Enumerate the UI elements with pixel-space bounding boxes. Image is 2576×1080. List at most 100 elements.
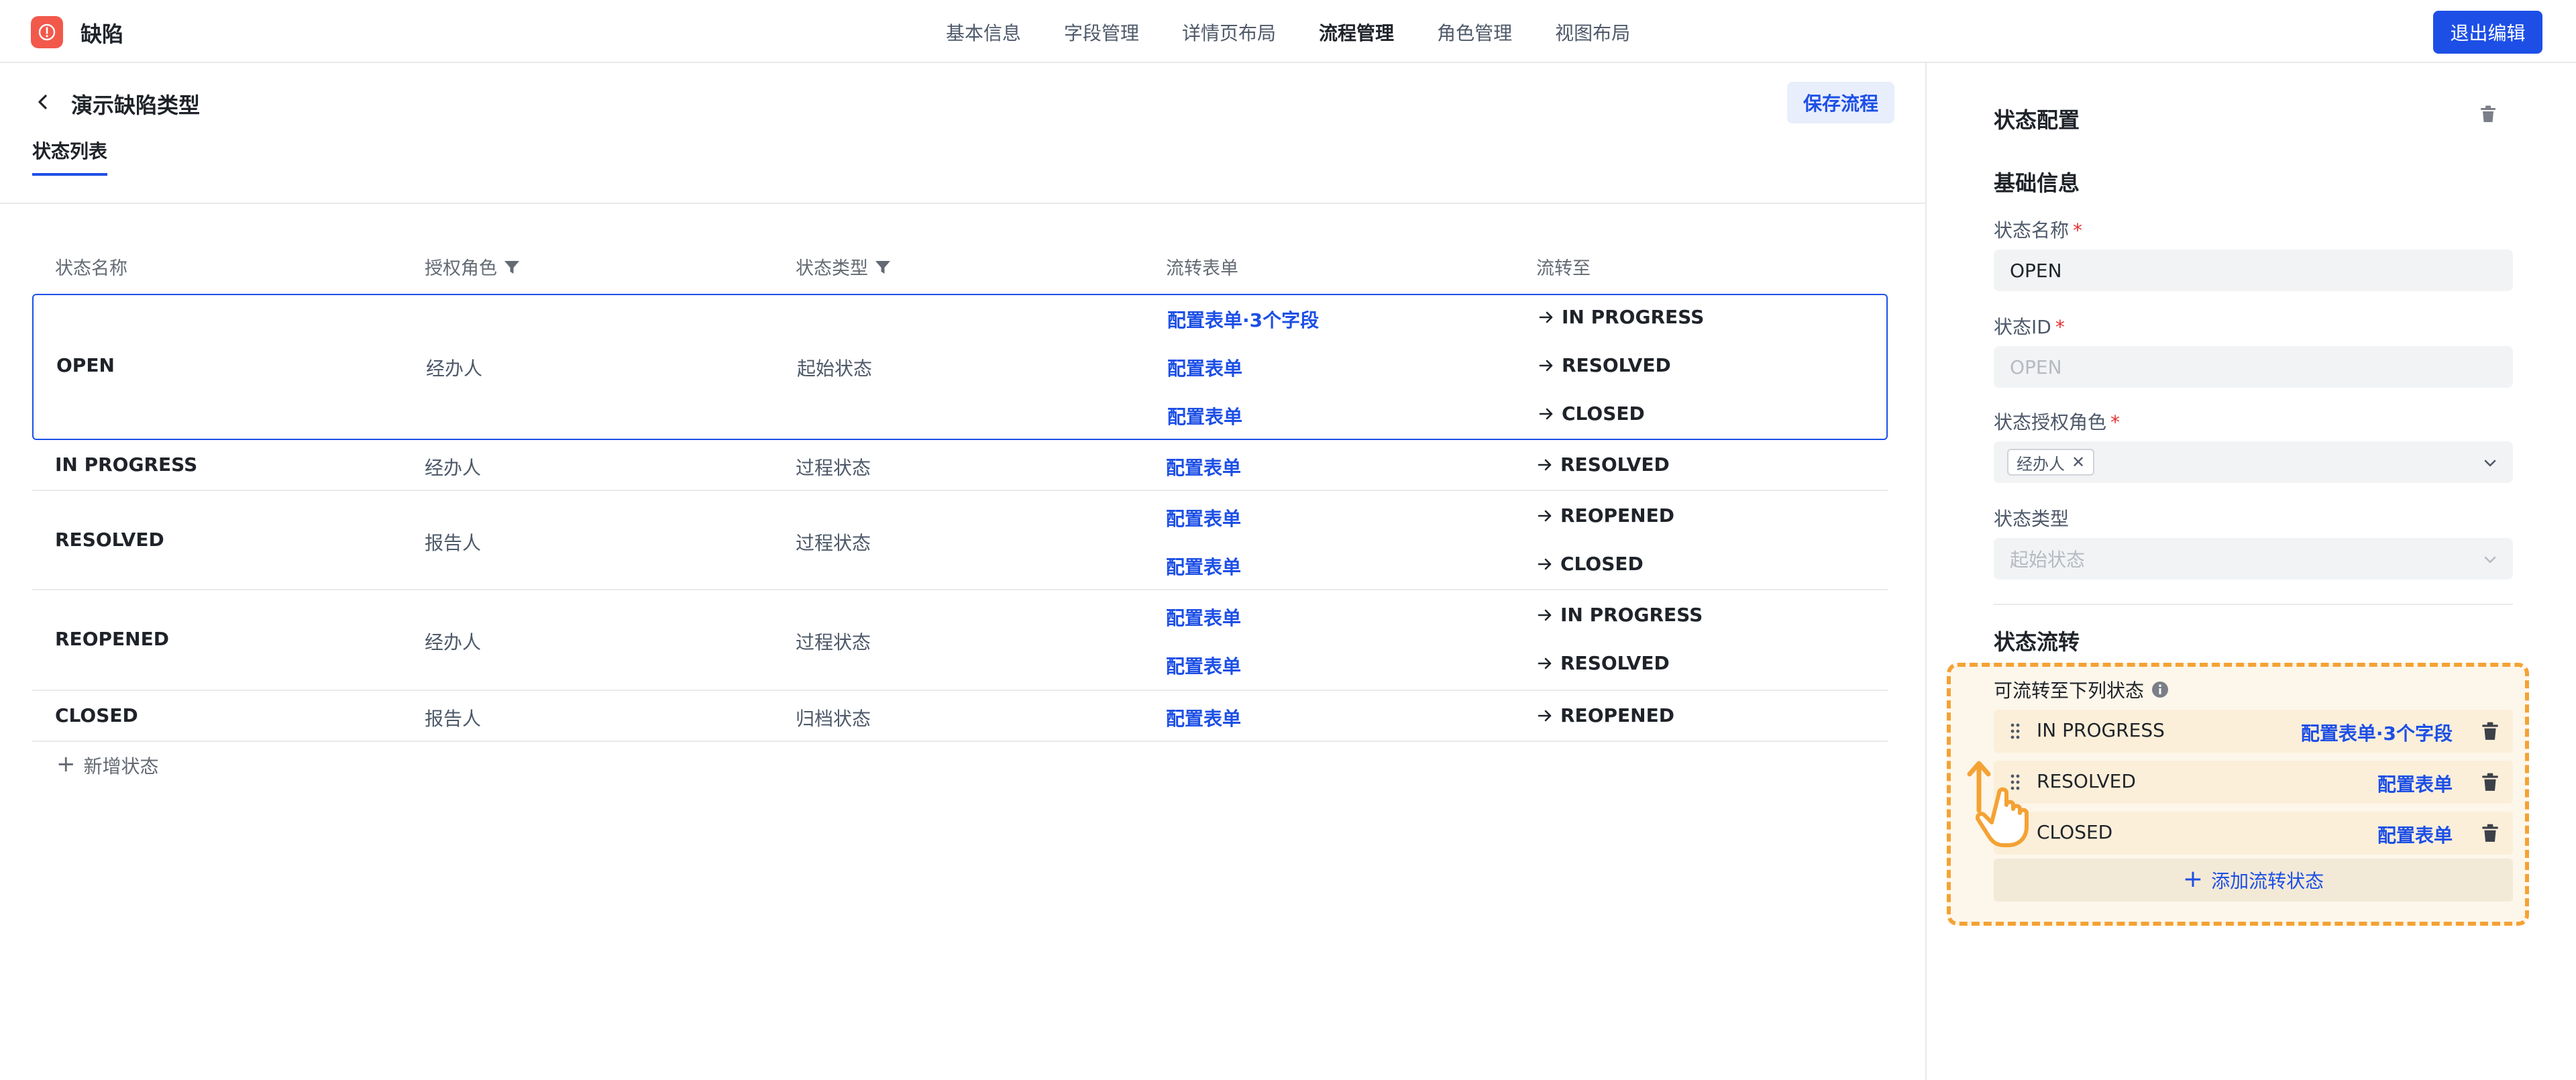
status-type: 过程状态 xyxy=(796,631,871,653)
configure-form-link[interactable]: 配置表单 xyxy=(1167,402,1242,429)
configure-form-link[interactable]: 配置表单·3个字段 xyxy=(1167,306,1319,333)
trash-icon[interactable] xyxy=(2481,772,2500,792)
transition-target: CLOSED xyxy=(1538,402,1645,425)
trash-icon[interactable] xyxy=(2481,721,2500,741)
tab-bar xyxy=(0,150,1925,204)
add-state-button[interactable]: + 新增状态 xyxy=(56,751,159,779)
status-name-label: 状态名称 * xyxy=(1994,219,2083,241)
transition-target: CLOSED xyxy=(1536,553,1644,575)
arrow-right-icon xyxy=(1538,710,1552,721)
chevron-left-icon[interactable] xyxy=(32,91,54,113)
transition-item[interactable]: RESOLVED 配置表单 xyxy=(1994,761,2513,804)
add-state-label: 新增状态 xyxy=(83,755,159,777)
drag-hand-cursor-icon xyxy=(1967,761,2029,847)
arrow-right-icon xyxy=(1539,360,1553,371)
bug-logo-icon xyxy=(31,16,63,48)
transition-item[interactable]: IN PROGRESS 配置表单·3个字段 xyxy=(1994,710,2513,753)
basic-info-title: 基础信息 xyxy=(1994,170,2080,196)
status-role-label: 状态授权角色 * xyxy=(1994,411,2121,433)
transition-state-name: RESOLVED xyxy=(2037,770,2136,792)
transition-target: REOPENED xyxy=(1536,504,1674,527)
delete-state-icon[interactable] xyxy=(2479,105,2497,123)
status-name-input[interactable]: OPEN xyxy=(1994,250,2513,291)
trash-icon[interactable] xyxy=(2481,823,2500,843)
tab-status-list[interactable]: 状态列表 xyxy=(32,137,108,176)
configure-form-link[interactable]: 配置表单 xyxy=(1166,453,1241,480)
configure-form-link[interactable]: 配置表单 xyxy=(2377,821,2453,848)
arrow-right-icon xyxy=(1539,311,1553,323)
table-row[interactable]: IN PROGRESS 经办人 过程状态 配置表单 RESOLVED xyxy=(32,440,1888,491)
transition-state-name: CLOSED xyxy=(2037,821,2113,843)
configure-form-link[interactable]: 配置表单 xyxy=(1166,604,1241,631)
arrow-right-icon xyxy=(1538,657,1552,669)
divider xyxy=(1994,604,2513,605)
header-status-type: 状态类型 xyxy=(796,254,892,280)
plus-icon: + xyxy=(2182,865,2204,893)
configure-form-link[interactable]: 配置表单 xyxy=(1166,504,1241,531)
transition-target: RESOLVED xyxy=(1538,354,1671,376)
arrow-right-icon xyxy=(1539,408,1553,419)
filter-icon[interactable] xyxy=(502,258,521,276)
configure-form-link[interactable]: 配置表单 xyxy=(1167,354,1242,381)
status-type: 起始状态 xyxy=(797,358,873,380)
nav-basic-info[interactable]: 基本信息 xyxy=(946,19,1021,46)
configure-form-link[interactable]: 配置表单·3个字段 xyxy=(2301,719,2453,746)
status-table: 状态名称 授权角色 状态类型 流转表单 流转至 OPEN 经办人 起始状态 配置… xyxy=(32,239,1888,742)
chevron-down-icon xyxy=(2484,556,2496,563)
table-row[interactable]: OPEN 经办人 起始状态 配置表单·3个字段 配置表单 配置表单 IN PRO… xyxy=(32,294,1888,440)
add-transition-label: 添加流转状态 xyxy=(2211,870,2324,892)
status-name: CLOSED xyxy=(55,704,138,726)
status-type-label: 状态类型 xyxy=(1994,508,2070,530)
nav-view-layout[interactable]: 视图布局 xyxy=(1555,19,1630,46)
status-name: OPEN xyxy=(56,354,115,376)
filter-icon[interactable] xyxy=(873,258,892,276)
nav-detail-layout[interactable]: 详情页布局 xyxy=(1182,19,1276,46)
arrow-right-icon xyxy=(1538,558,1552,570)
status-name: IN PROGRESS xyxy=(55,453,198,476)
transition-item[interactable]: CLOSED 配置表单 xyxy=(1994,812,2513,855)
role-chip: 经办人 ✕ xyxy=(2007,449,2095,476)
arrow-right-icon xyxy=(1538,459,1552,470)
drag-handle-icon[interactable] xyxy=(2008,722,2022,741)
info-icon[interactable] xyxy=(2151,680,2169,699)
config-title: 状态配置 xyxy=(1994,107,2080,133)
close-icon[interactable]: ✕ xyxy=(2072,453,2085,472)
table-row[interactable]: REOPENED 经办人 过程状态 配置表单 配置表单 IN PROGRESS … xyxy=(32,590,1888,691)
status-type: 过程状态 xyxy=(796,457,871,479)
header-transition-to: 流转至 xyxy=(1536,258,1591,279)
nav-workflow-management[interactable]: 流程管理 xyxy=(1319,19,1394,46)
status-role: 报告人 xyxy=(425,532,482,554)
table-row[interactable]: RESOLVED 报告人 过程状态 配置表单 配置表单 REOPENED CLO… xyxy=(32,491,1888,590)
chevron-down-icon xyxy=(2484,460,2496,467)
configure-form-link[interactable]: 配置表单 xyxy=(1166,652,1241,679)
state-config-panel: 状态配置 基础信息 状态名称 * OPEN 状态ID * OPEN 状态授权角色 * … xyxy=(1925,63,2576,1080)
status-role: 经办人 xyxy=(426,358,483,380)
header-status-name: 状态名称 xyxy=(55,258,127,279)
save-workflow-button[interactable]: 保存流程 xyxy=(1787,82,1894,123)
status-list-panel: 演示缺陷类型 保存流程 状态列表 状态名称 授权角色 状态类型 流转表单 流转至… xyxy=(0,63,1925,1080)
transition-target: RESOLVED xyxy=(1536,453,1670,476)
arrow-right-icon xyxy=(1538,510,1552,521)
nav-field-management[interactable]: 字段管理 xyxy=(1064,19,1139,46)
exit-edit-button[interactable]: 退出编辑 xyxy=(2433,11,2542,54)
status-id-input: OPEN xyxy=(1994,346,2513,388)
nav-role-management[interactable]: 角色管理 xyxy=(1437,19,1512,46)
configure-form-link[interactable]: 配置表单 xyxy=(1166,704,1241,731)
header-role: 授权角色 xyxy=(425,254,521,280)
status-name: RESOLVED xyxy=(55,529,164,551)
configure-form-link[interactable]: 配置表单 xyxy=(2377,770,2453,797)
transition-target: REOPENED xyxy=(1536,704,1674,726)
status-type: 过程状态 xyxy=(796,532,871,554)
status-name: REOPENED xyxy=(55,628,169,650)
configure-form-link[interactable]: 配置表单 xyxy=(1166,553,1241,580)
add-transition-button[interactable]: + 添加流转状态 xyxy=(1994,859,2513,902)
table-row[interactable]: CLOSED 报告人 归档状态 配置表单 REOPENED xyxy=(32,691,1888,742)
transition-target: IN PROGRESS xyxy=(1536,604,1703,626)
status-role: 经办人 xyxy=(425,631,482,653)
transition-state-name: IN PROGRESS xyxy=(2037,719,2165,741)
status-role-select[interactable]: 经办人 ✕ xyxy=(1994,441,2513,483)
status-role: 经办人 xyxy=(425,457,482,479)
header-transition-form: 流转表单 xyxy=(1166,258,1238,279)
top-nav: 基本信息 字段管理 详情页布局 流程管理 角色管理 视图布局 xyxy=(946,19,1673,46)
table-header: 状态名称 授权角色 状态类型 流转表单 流转至 xyxy=(32,239,1888,294)
